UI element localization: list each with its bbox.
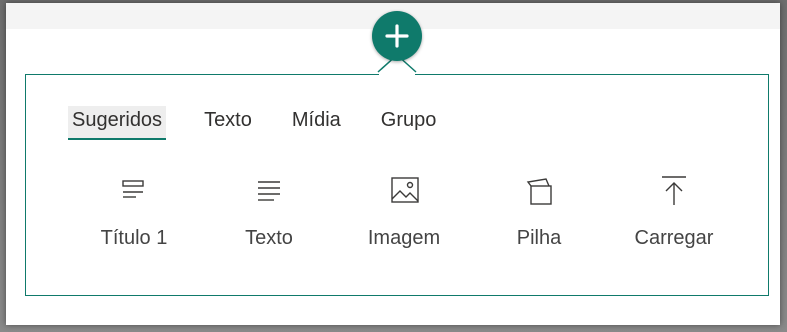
editor-canvas: Sugeridos Texto Mídia Grupo Título 1 Tex… (6, 3, 780, 325)
heading-icon (122, 180, 144, 198)
stack-icon (526, 178, 552, 205)
screenshot-frame: Sugeridos Texto Mídia Grupo Título 1 Tex… (0, 0, 787, 332)
tab-suggested[interactable]: Sugeridos (68, 106, 167, 140)
web-part-label: Texto (245, 227, 293, 249)
web-part-toolbox-panel: Sugeridos Texto Mídia Grupo Título 1 Tex… (25, 74, 769, 296)
web-part-list: Título 1 Texto Imagem Pilha Carregar (74, 171, 734, 261)
web-part-image[interactable]: Imagem (344, 171, 464, 250)
web-part-label: Carregar (634, 227, 714, 249)
tab-label: Texto (204, 109, 252, 131)
web-part-label: Título 1 (100, 227, 168, 249)
tab-label: Grupo (380, 109, 437, 131)
web-part-label: Pilha (516, 227, 562, 249)
tab-text[interactable]: Texto (202, 106, 254, 140)
plus-icon (385, 24, 409, 48)
tab-group[interactable]: Grupo (379, 106, 439, 140)
category-tabs: Sugeridos Texto Mídia Grupo (68, 106, 474, 140)
web-part-text[interactable]: Texto (209, 171, 329, 250)
image-icon (391, 177, 419, 203)
text-icon (258, 181, 280, 201)
add-section-button[interactable] (372, 11, 422, 61)
tab-media[interactable]: Mídia (290, 106, 343, 140)
upload-icon (662, 176, 686, 205)
tab-label: Sugeridos (72, 109, 163, 131)
web-part-stack[interactable]: Pilha (479, 171, 599, 250)
web-part-label: Imagem (367, 227, 441, 249)
tab-label: Mídia (291, 109, 341, 131)
web-part-heading[interactable]: Título 1 (74, 171, 194, 250)
web-part-upload[interactable]: Carregar (614, 171, 734, 250)
